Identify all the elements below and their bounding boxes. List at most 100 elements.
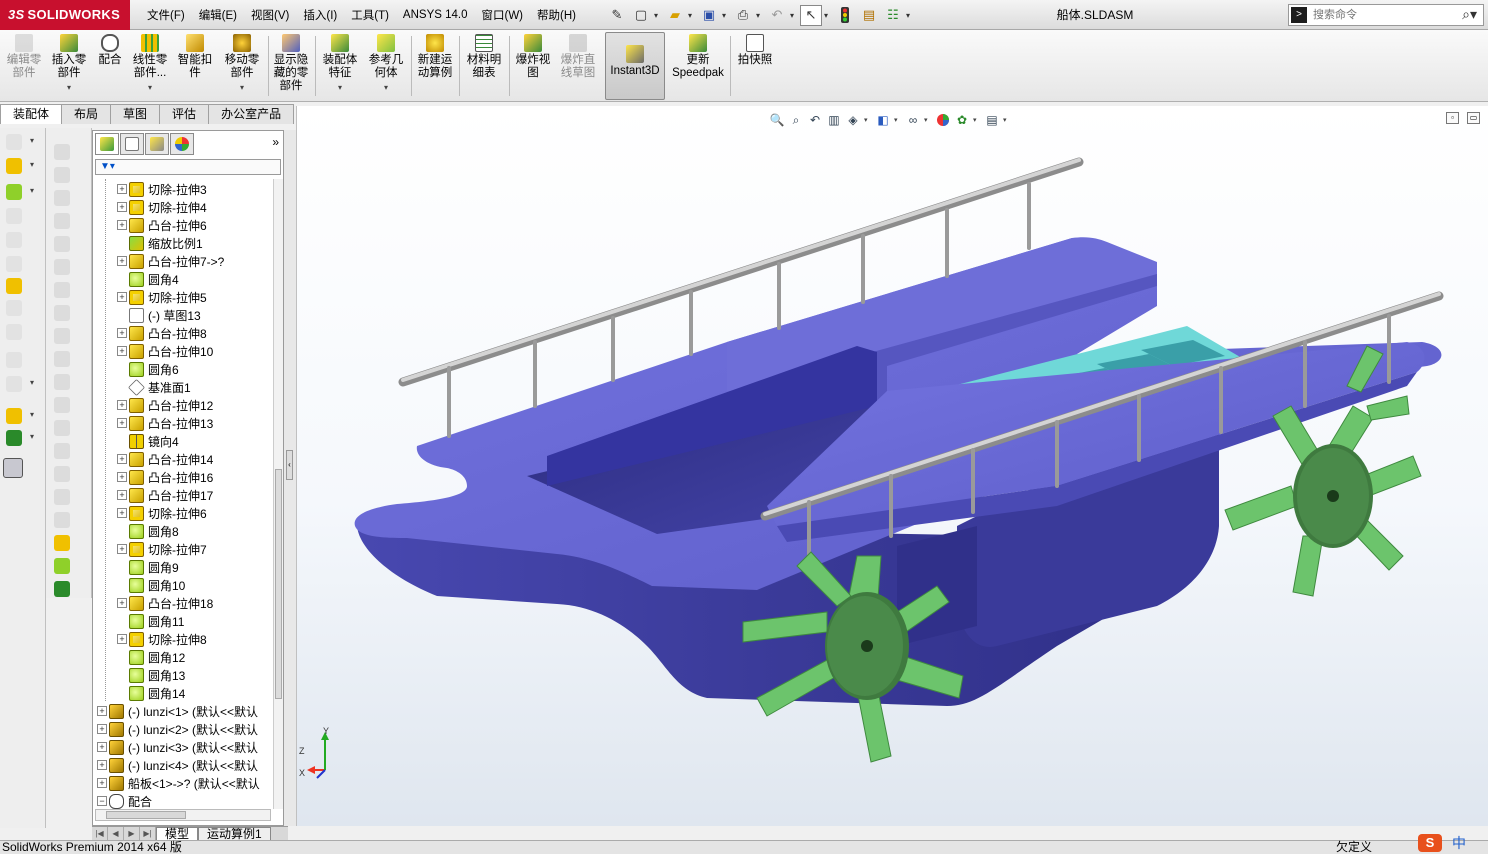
- expand-toggle-icon[interactable]: −: [97, 796, 107, 806]
- chevron-down-icon[interactable]: ▾: [30, 186, 34, 195]
- tree-item-feature[interactable]: + 凸台-拉伸14: [117, 450, 213, 468]
- rebuild-traffic-light-icon[interactable]: [834, 5, 856, 26]
- sogou-ime-icon[interactable]: S: [1418, 834, 1442, 852]
- select-pointer-icon[interactable]: ↖: [800, 4, 822, 26]
- expand-toggle-icon[interactable]: +: [117, 598, 127, 608]
- chevron-down-icon[interactable]: ▾: [790, 11, 798, 20]
- menu-item-1[interactable]: 编辑(E): [192, 7, 244, 23]
- sketch-tool-8-icon[interactable]: [54, 328, 70, 344]
- chevron-down-icon[interactable]: ▾: [824, 11, 832, 20]
- tree-item-feature[interactable]: + 凸台-拉伸6: [117, 216, 207, 234]
- tab-0[interactable]: 装配体: [0, 104, 63, 124]
- chevron-down-icon[interactable]: ▾: [688, 11, 696, 20]
- chevron-down-icon[interactable]: ▾: [30, 160, 34, 169]
- chevron-down-icon[interactable]: ▾: [240, 81, 244, 94]
- tree-item-feature[interactable]: 圆角9: [117, 558, 179, 576]
- expand-toggle-icon[interactable]: +: [97, 706, 107, 716]
- left-tool-11-icon[interactable]: [6, 408, 22, 424]
- search-input[interactable]: [1313, 6, 1458, 24]
- expand-toggle-icon[interactable]: +: [117, 544, 127, 554]
- menu-item-7[interactable]: 帮助(H): [530, 7, 583, 23]
- menu-item-4[interactable]: 工具(T): [344, 7, 396, 23]
- sketch-tool-1-icon[interactable]: [54, 167, 70, 183]
- sketch-tool-13-icon[interactable]: [54, 443, 70, 459]
- tree-item-component[interactable]: − 配合: [97, 792, 152, 809]
- left-tool-12-icon[interactable]: [6, 430, 22, 446]
- chevron-down-icon[interactable]: ▾: [30, 410, 34, 419]
- left-tool-10-icon[interactable]: [6, 376, 22, 392]
- sketch-tool-6-icon[interactable]: [54, 282, 70, 298]
- tab-property-manager[interactable]: [120, 133, 144, 155]
- exploded-view-button[interactable]: 爆炸视 图: [512, 34, 554, 100]
- left-tool-2-icon[interactable]: [6, 184, 22, 200]
- menu-item-5[interactable]: ANSYS 14.0: [396, 9, 475, 21]
- graphics-area[interactable]: 🔍 ⌕ ↶ ▥ ◈ ▾ ◧ ▾ ∞ ▾ ✿ ▾ ▤ ▾ ▫ ▭ Y Z X: [296, 106, 1488, 826]
- left-tool-6-icon[interactable]: [6, 278, 22, 294]
- panel-splitter[interactable]: ‹: [284, 130, 296, 826]
- solidworks-logo[interactable]: 3S SOLIDWORKS: [0, 0, 130, 30]
- chevron-down-icon[interactable]: ▾: [30, 136, 34, 145]
- tree-item-feature[interactable]: 圆角6: [117, 360, 179, 378]
- tab-4[interactable]: 办公室产品: [208, 104, 295, 124]
- collapse-panel-icon[interactable]: ‹: [286, 450, 293, 480]
- sketch-tool-10-icon[interactable]: [54, 374, 70, 390]
- new-motion-study-button[interactable]: 新建运 动算例: [414, 34, 456, 100]
- explode-line-sketch-button[interactable]: 爆炸直 线草图: [556, 34, 600, 100]
- sketch-tool-5-icon[interactable]: [54, 259, 70, 275]
- tab-last-icon[interactable]: ▶|: [140, 827, 156, 841]
- tree-item-feature[interactable]: + 凸台-拉伸18: [117, 594, 213, 612]
- tree-item-feature[interactable]: 圆角4: [117, 270, 179, 288]
- sketch-tool-11-icon[interactable]: [54, 397, 70, 413]
- expand-toggle-icon[interactable]: +: [97, 742, 107, 752]
- tree-item-feature[interactable]: + 切除-拉伸7: [117, 540, 207, 558]
- tree-item-component[interactable]: + (-) lunzi<4> (默认<<默认: [97, 756, 258, 774]
- left-tool-5-icon[interactable]: [6, 256, 22, 272]
- expand-panel-icon[interactable]: »: [272, 135, 279, 149]
- tab-prev-icon[interactable]: ◀: [108, 827, 124, 841]
- tree-vertical-scrollbar[interactable]: [273, 179, 283, 809]
- expand-toggle-icon[interactable]: +: [117, 454, 127, 464]
- chevron-down-icon[interactable]: ▾: [67, 81, 71, 94]
- tree-horizontal-scrollbar[interactable]: [95, 809, 271, 821]
- insert-component-button[interactable]: 插入零 部件 ▾: [48, 34, 90, 100]
- expand-toggle-icon[interactable]: +: [117, 346, 127, 356]
- pin-icon[interactable]: ✎: [606, 5, 628, 26]
- chevron-down-icon[interactable]: ▾: [148, 81, 152, 94]
- boat-assembly-model[interactable]: [297, 106, 1488, 826]
- tree-item-feature[interactable]: 圆角12: [117, 648, 185, 666]
- expand-toggle-icon[interactable]: +: [117, 634, 127, 644]
- tree-item-feature[interactable]: 圆角11: [117, 612, 184, 630]
- tab-configuration-manager[interactable]: [145, 133, 169, 155]
- chevron-down-icon[interactable]: ▾: [722, 11, 730, 20]
- sketch-tool-4-icon[interactable]: [54, 236, 70, 252]
- sketch-tool-14-icon[interactable]: [54, 466, 70, 482]
- tab-model[interactable]: 模型: [156, 827, 199, 841]
- tree-item-feature[interactable]: 镜向4: [117, 432, 179, 450]
- scrollbar-thumb[interactable]: [106, 811, 186, 819]
- ime-language[interactable]: 中: [1452, 833, 1466, 853]
- sketch-tool-18-icon[interactable]: [54, 558, 70, 574]
- tab-next-icon[interactable]: ▶: [124, 827, 140, 841]
- mate-button[interactable]: 配合: [94, 34, 126, 100]
- expand-toggle-icon[interactable]: +: [117, 184, 127, 194]
- left-tool-4-icon[interactable]: [6, 232, 22, 248]
- left-tool-13-icon[interactable]: [3, 458, 23, 478]
- expand-toggle-icon[interactable]: +: [117, 418, 127, 428]
- undo-icon[interactable]: ↶: [766, 5, 788, 26]
- tree-item-feature[interactable]: + 切除-拉伸5: [117, 288, 207, 306]
- tree-item-feature[interactable]: + 凸台-拉伸8: [117, 324, 207, 342]
- chevron-down-icon[interactable]: ▾: [654, 11, 662, 20]
- print-icon[interactable]: ⎙: [732, 5, 754, 26]
- tree-item-feature[interactable]: + 凸台-拉伸10: [117, 342, 213, 360]
- tree-item-feature[interactable]: 缩放比例1: [117, 234, 203, 252]
- update-speedpak-button[interactable]: 更新 Speedpak: [670, 34, 726, 100]
- sketch-tool-3-icon[interactable]: [54, 213, 70, 229]
- expand-toggle-icon[interactable]: +: [117, 490, 127, 500]
- chevron-down-icon[interactable]: ▾: [756, 11, 764, 20]
- left-tool-1-icon[interactable]: [6, 158, 22, 174]
- tab-display-manager[interactable]: [170, 133, 194, 155]
- sketch-tool-0-icon[interactable]: [54, 144, 70, 160]
- tree-item-feature[interactable]: 圆角13: [117, 666, 185, 684]
- tab-2[interactable]: 草图: [110, 104, 161, 124]
- sketch-tool-16-icon[interactable]: [54, 512, 70, 528]
